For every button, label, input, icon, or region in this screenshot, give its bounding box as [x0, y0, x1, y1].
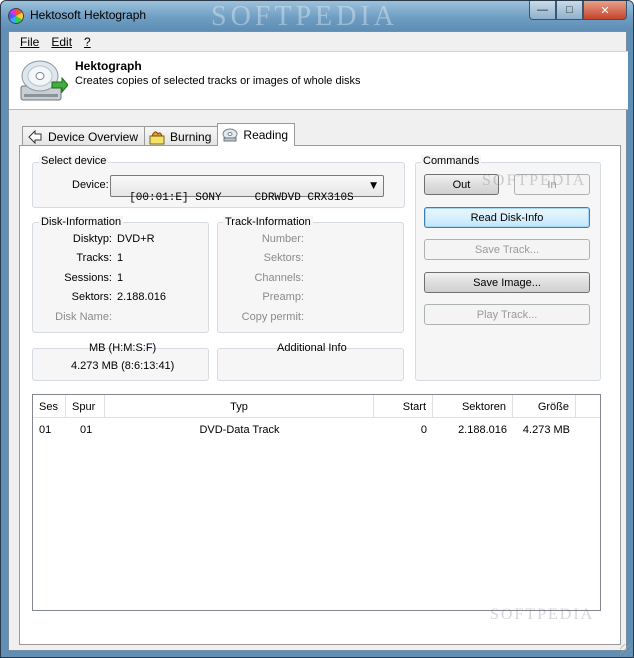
col-sektoren[interactable]: Sektoren	[433, 395, 513, 418]
track-table[interactable]: Ses Spur Typ Start Sektoren Größe 01 01 …	[32, 394, 601, 611]
sessions-label: Sessions:	[64, 272, 112, 284]
sektors-label: Sektors:	[71, 291, 112, 303]
preamp-label: Preamp:	[262, 291, 304, 303]
tab-burning-label: Burning	[170, 129, 212, 144]
menu-bar: File Edit ?	[9, 32, 626, 51]
device-select-value: [00:01:E] SONY CDRWDVD CRX310S	[129, 192, 354, 204]
minimize-icon: —	[537, 4, 548, 16]
sektors-value: 2.188.016	[117, 291, 166, 303]
tab-reading[interactable]: Reading	[217, 123, 296, 146]
col-ses[interactable]: Ses	[33, 395, 66, 418]
disk-name-label: Disk Name:	[55, 311, 112, 323]
save-image-label: Save Image...	[473, 276, 541, 289]
commands-label: Commands	[421, 155, 482, 167]
minimize-button[interactable]: —	[529, 1, 556, 20]
watermark-mid: SOFTPEDIA	[482, 172, 587, 189]
disktyp-label: Disktyp:	[72, 233, 112, 245]
tab-device-overview-label: Device Overview	[48, 129, 139, 144]
disk-drive-icon	[20, 60, 68, 101]
cell-typ: DVD-Data Track	[199, 424, 280, 436]
header-panel: Hektograph Creates copies of selected tr…	[9, 51, 628, 110]
track-sektors-label: Sektors:	[263, 252, 304, 264]
cell-ses: 01	[39, 424, 52, 436]
table-row[interactable]: 01 01 DVD-Data Track 0 2.188.016 4.273 M…	[33, 421, 600, 439]
number-label: Number:	[261, 233, 304, 245]
save-track-button[interactable]: Save Track...	[424, 239, 590, 260]
cell-groesse: 4.273 MB	[522, 424, 570, 436]
menu-file[interactable]: File	[14, 35, 45, 49]
chevron-down-icon: ▼	[370, 181, 377, 191]
read-disk-info-label: Read Disk-Info	[470, 211, 544, 224]
device-select[interactable]: [00:01:E] SONY CDRWDVD CRX310S ▼	[110, 175, 384, 204]
table-header: Ses Spur Typ Start Sektoren Größe	[33, 395, 600, 418]
close-button[interactable]: ✕	[583, 1, 627, 20]
menu-help[interactable]: ?	[78, 35, 97, 49]
tab-strip: Device Overview Burning Reading	[22, 123, 296, 146]
tab-burning[interactable]: Burning	[144, 126, 219, 146]
save-track-label: Save Track...	[474, 243, 540, 256]
burn-icon	[149, 130, 165, 144]
size-value: 4.273 MB (8:6:13:41)	[71, 360, 175, 372]
disktyp-value: DVD+R	[117, 233, 155, 245]
copy-permit-label: Copy permit:	[241, 311, 304, 323]
header-title: Hektograph	[75, 59, 142, 73]
col-groesse[interactable]: Größe	[513, 395, 576, 418]
col-start[interactable]: Start	[374, 395, 433, 418]
tab-reading-label: Reading	[243, 128, 289, 142]
sessions-value: 1	[117, 272, 124, 284]
size-label: MB (H:M:S:F)	[89, 342, 157, 354]
col-typ[interactable]: Typ	[105, 395, 374, 418]
maximize-icon: □	[566, 4, 573, 16]
title-bar[interactable]: Hektosoft Hektograph SOFTPEDIA — □ ✕	[1, 1, 633, 32]
out-button-label: Out	[452, 178, 471, 191]
additional-info-label: Additional Info	[277, 342, 347, 354]
window-title: Hektosoft Hektograph	[30, 8, 147, 22]
watermark-bottom: SOFTPEDIA	[490, 606, 595, 623]
app-icon[interactable]	[8, 8, 24, 24]
watermark: SOFTPEDIA	[211, 1, 398, 32]
header-subtitle: Creates copies of selected tracks or ima…	[75, 75, 361, 87]
tracks-label: Tracks:	[76, 252, 112, 264]
cell-sektoren: 2.188.016	[458, 424, 507, 436]
back-arrow-icon	[28, 129, 42, 144]
device-label: Device:	[72, 179, 109, 191]
disk-information-label: Disk-Information	[39, 216, 124, 228]
tab-device-overview[interactable]: Device Overview	[22, 126, 146, 146]
channels-label: Channels:	[254, 272, 304, 284]
col-spur[interactable]: Spur	[66, 395, 105, 418]
cell-spur: 01	[80, 424, 93, 436]
close-icon: ✕	[600, 4, 610, 17]
menu-edit[interactable]: Edit	[45, 35, 78, 49]
play-track-label: Play Track...	[476, 308, 538, 321]
cell-start: 0	[420, 424, 427, 436]
disc-read-icon	[222, 128, 238, 142]
read-disk-info-button[interactable]: Read Disk-Info	[424, 207, 590, 228]
track-information-label: Track-Information	[223, 216, 313, 228]
resize-grip[interactable]	[620, 644, 632, 656]
maximize-button[interactable]: □	[556, 1, 583, 20]
tracks-value: 1	[117, 252, 124, 264]
play-track-button[interactable]: Play Track...	[424, 304, 590, 325]
select-device-label: Select device	[39, 155, 109, 167]
save-image-button[interactable]: Save Image...	[424, 272, 590, 293]
